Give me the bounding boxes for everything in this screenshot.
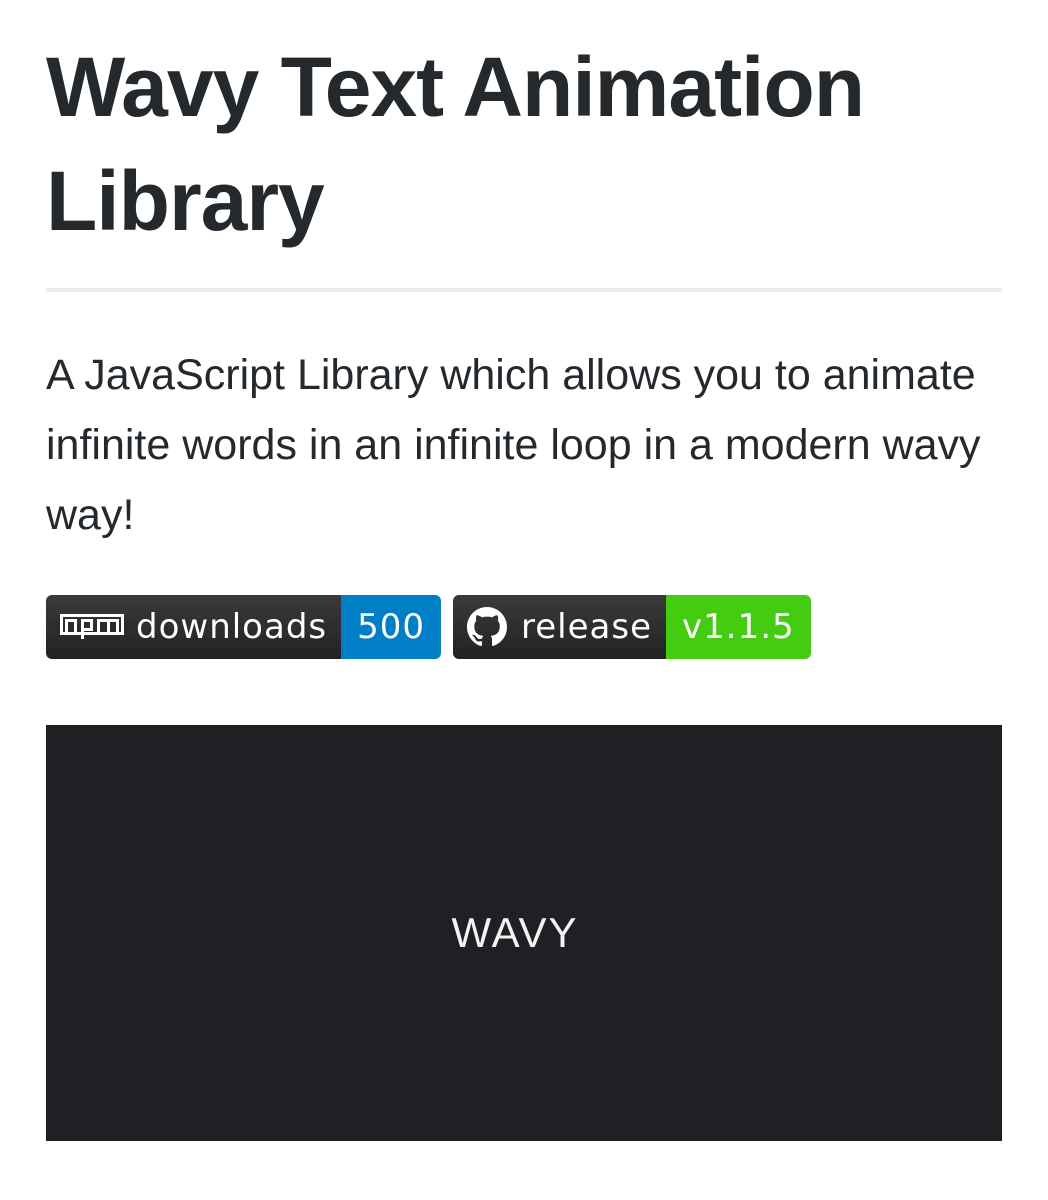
animation-demo-panel: WAVY <box>46 725 1002 1141</box>
github-icon <box>467 607 508 647</box>
page-description: A JavaScript Library which allows you to… <box>46 351 981 539</box>
npm-downloads-badge[interactable]: downloads 500 <box>46 595 442 659</box>
badge-row: downloads 500 release v1.1.5 <box>46 595 811 659</box>
badge-label-text: downloads <box>136 607 328 647</box>
npm-downloads-badge-label: downloads <box>46 595 342 659</box>
page-title: Wavy Text Animation Library <box>46 40 865 248</box>
title-divider <box>46 288 1002 292</box>
github-release-badge[interactable]: release v1.1.5 <box>453 595 811 659</box>
badge-label-text: release <box>521 607 653 647</box>
github-release-badge-label: release <box>453 595 667 659</box>
github-release-badge-value: v1.1.5 <box>666 595 811 659</box>
animated-word: WAVY <box>451 909 579 956</box>
npm-downloads-badge-value: 500 <box>341 595 442 659</box>
npm-icon <box>60 614 124 640</box>
